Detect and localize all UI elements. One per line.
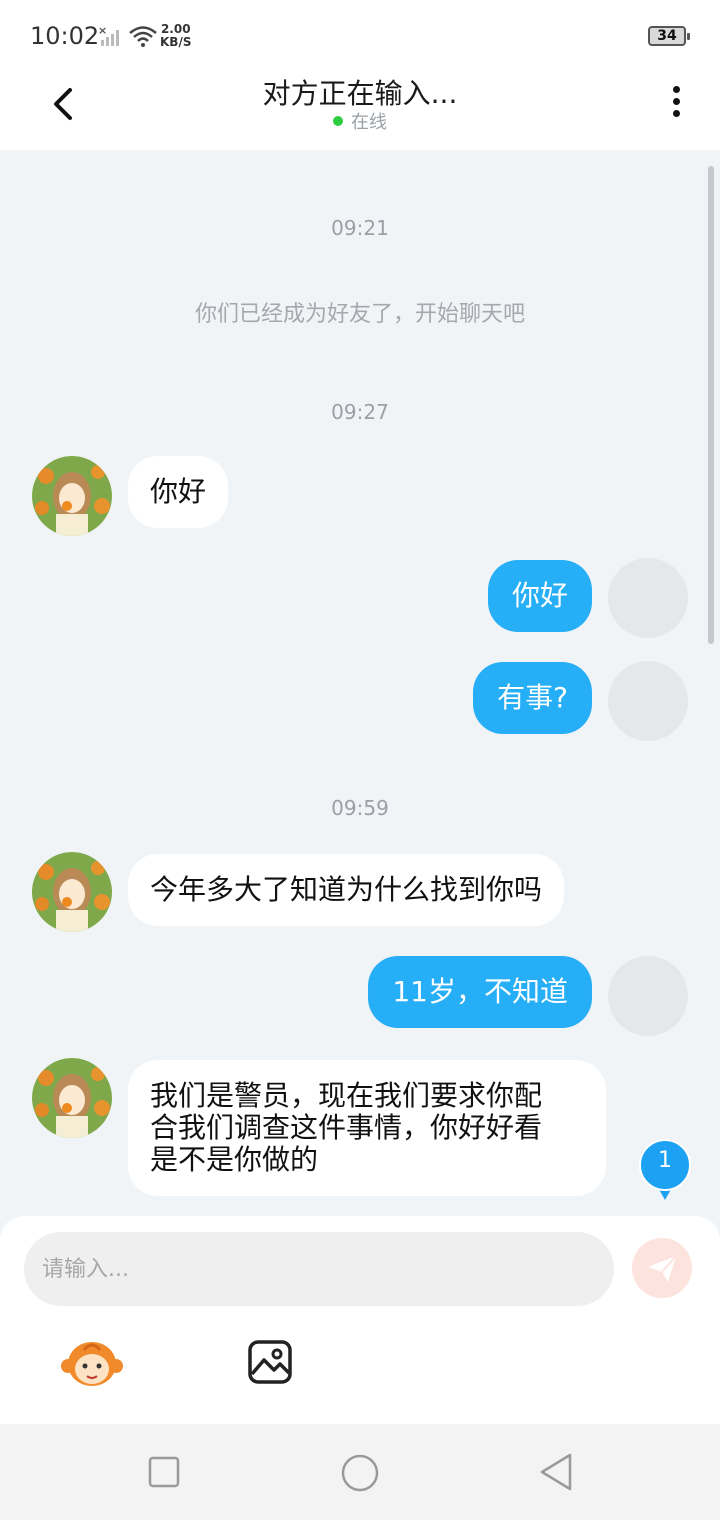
outgoing-message-bubble[interactable]: 你好: [487, 560, 592, 632]
message-line: 合我们调查这件事情，你好好看: [150, 1111, 543, 1144]
page-title: 对方正在输入...: [262, 77, 458, 110]
send-icon[interactable]: [632, 1238, 692, 1298]
message-timestamp: 09:21: [331, 216, 389, 240]
online-status-label: 在线: [351, 112, 387, 133]
incoming-message-bubble[interactable]: 今年多大了知道为什么找到你吗: [128, 854, 565, 926]
incoming-message-bubble[interactable]: 你好: [128, 456, 229, 528]
signal-icon: ×: [98, 24, 119, 46]
message-timestamp: 09:27: [331, 400, 389, 424]
message-line: 我们是警员，现在我们要求你配: [150, 1079, 543, 1112]
message-line: 是不是你做的: [150, 1143, 319, 1176]
outgoing-message-bubble[interactable]: 有事?: [473, 662, 592, 734]
status-bar: 10:02 × 2.00 KB/S 34: [0, 0, 720, 72]
contact-avatar[interactable]: [32, 456, 112, 536]
status-time: 10:02: [30, 22, 100, 50]
emoji-icon[interactable]: [60, 1336, 124, 1390]
network-speed-unit: KB/S: [160, 35, 192, 49]
home-icon[interactable]: [341, 1454, 379, 1492]
wifi-icon: [129, 26, 157, 47]
chat-message-list[interactable]: 09:21 你们已经成为好友了，开始聊天吧 09:27 你好 你好 有事? 09…: [0, 150, 720, 1216]
svg-text:×: ×: [98, 24, 107, 37]
outgoing-message-bubble[interactable]: 11岁，不知道: [368, 956, 592, 1028]
unread-badge[interactable]: 1: [638, 1138, 692, 1200]
battery-indicator: 34: [648, 26, 690, 46]
unread-count: 1: [658, 1148, 672, 1173]
message-timestamp: 09:59: [331, 796, 389, 820]
recent-apps-icon[interactable]: [148, 1456, 180, 1488]
my-avatar[interactable]: [608, 558, 688, 638]
my-avatar[interactable]: [608, 661, 688, 741]
system-back-icon[interactable]: [538, 1452, 574, 1492]
system-message: 你们已经成为好友了，开始聊天吧: [194, 302, 525, 327]
incoming-message-bubble[interactable]: 我们是警员，现在我们要求你配 合我们调查这件事情，你好好看 是不是你做的: [128, 1060, 606, 1196]
network-speed: 2.00 KB/S: [160, 23, 191, 49]
image-icon[interactable]: [246, 1338, 294, 1386]
contact-avatar[interactable]: [32, 1058, 112, 1138]
message-input[interactable]: [24, 1232, 614, 1306]
contact-avatar[interactable]: [32, 852, 112, 932]
input-panel: [0, 1216, 720, 1424]
online-dot-icon: [333, 116, 343, 126]
online-status: 在线: [0, 108, 720, 134]
system-navigation-bar: [0, 1424, 720, 1520]
my-avatar[interactable]: [608, 956, 688, 1036]
more-options-icon[interactable]: [660, 82, 692, 126]
chat-header: 对方正在输入... 在线: [0, 72, 720, 150]
